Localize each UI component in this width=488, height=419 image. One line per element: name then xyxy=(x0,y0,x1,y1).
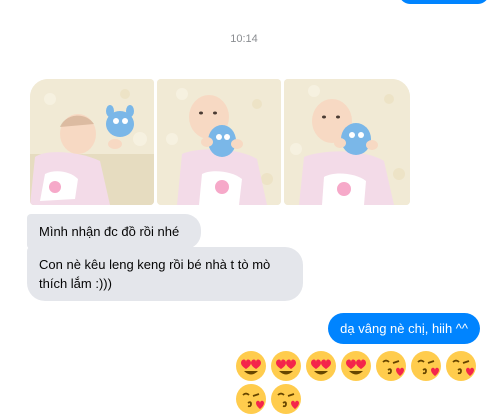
emoji-message-row-1 xyxy=(235,350,477,382)
heart-eyes-emoji-icon[interactable] xyxy=(340,350,372,382)
message-timestamp: 10:14 xyxy=(230,33,258,45)
previous-sent-message-bubble[interactable] xyxy=(399,0,488,4)
kissing-heart-emoji-icon[interactable] xyxy=(445,350,477,382)
heart-eyes-emoji-icon[interactable] xyxy=(305,350,337,382)
baby-photo-3-image xyxy=(284,79,410,205)
photo-attachment-1[interactable] xyxy=(30,79,154,205)
heart-eyes-emoji-icon[interactable] xyxy=(235,350,267,382)
photo-attachments xyxy=(30,79,410,205)
photo-attachment-3[interactable] xyxy=(284,79,410,205)
kissing-heart-emoji-icon[interactable] xyxy=(410,350,442,382)
received-message-1[interactable]: Mình nhận đc đồ rồi nhé xyxy=(27,214,201,249)
kissing-heart-emoji-icon[interactable] xyxy=(375,350,407,382)
sent-message[interactable]: dạ vâng nè chị, hiih ^^ xyxy=(328,313,480,344)
photo-attachment-2[interactable] xyxy=(157,79,281,205)
baby-photo-1-image xyxy=(30,79,154,205)
heart-eyes-emoji-icon[interactable] xyxy=(270,350,302,382)
emoji-message-row-2 xyxy=(235,383,302,415)
kissing-heart-emoji-icon[interactable] xyxy=(270,383,302,415)
baby-photo-2-image xyxy=(157,79,281,205)
received-message-2[interactable]: Con nè kêu leng keng rồi bé nhà t tò mò … xyxy=(27,247,303,301)
kissing-heart-emoji-icon[interactable] xyxy=(235,383,267,415)
